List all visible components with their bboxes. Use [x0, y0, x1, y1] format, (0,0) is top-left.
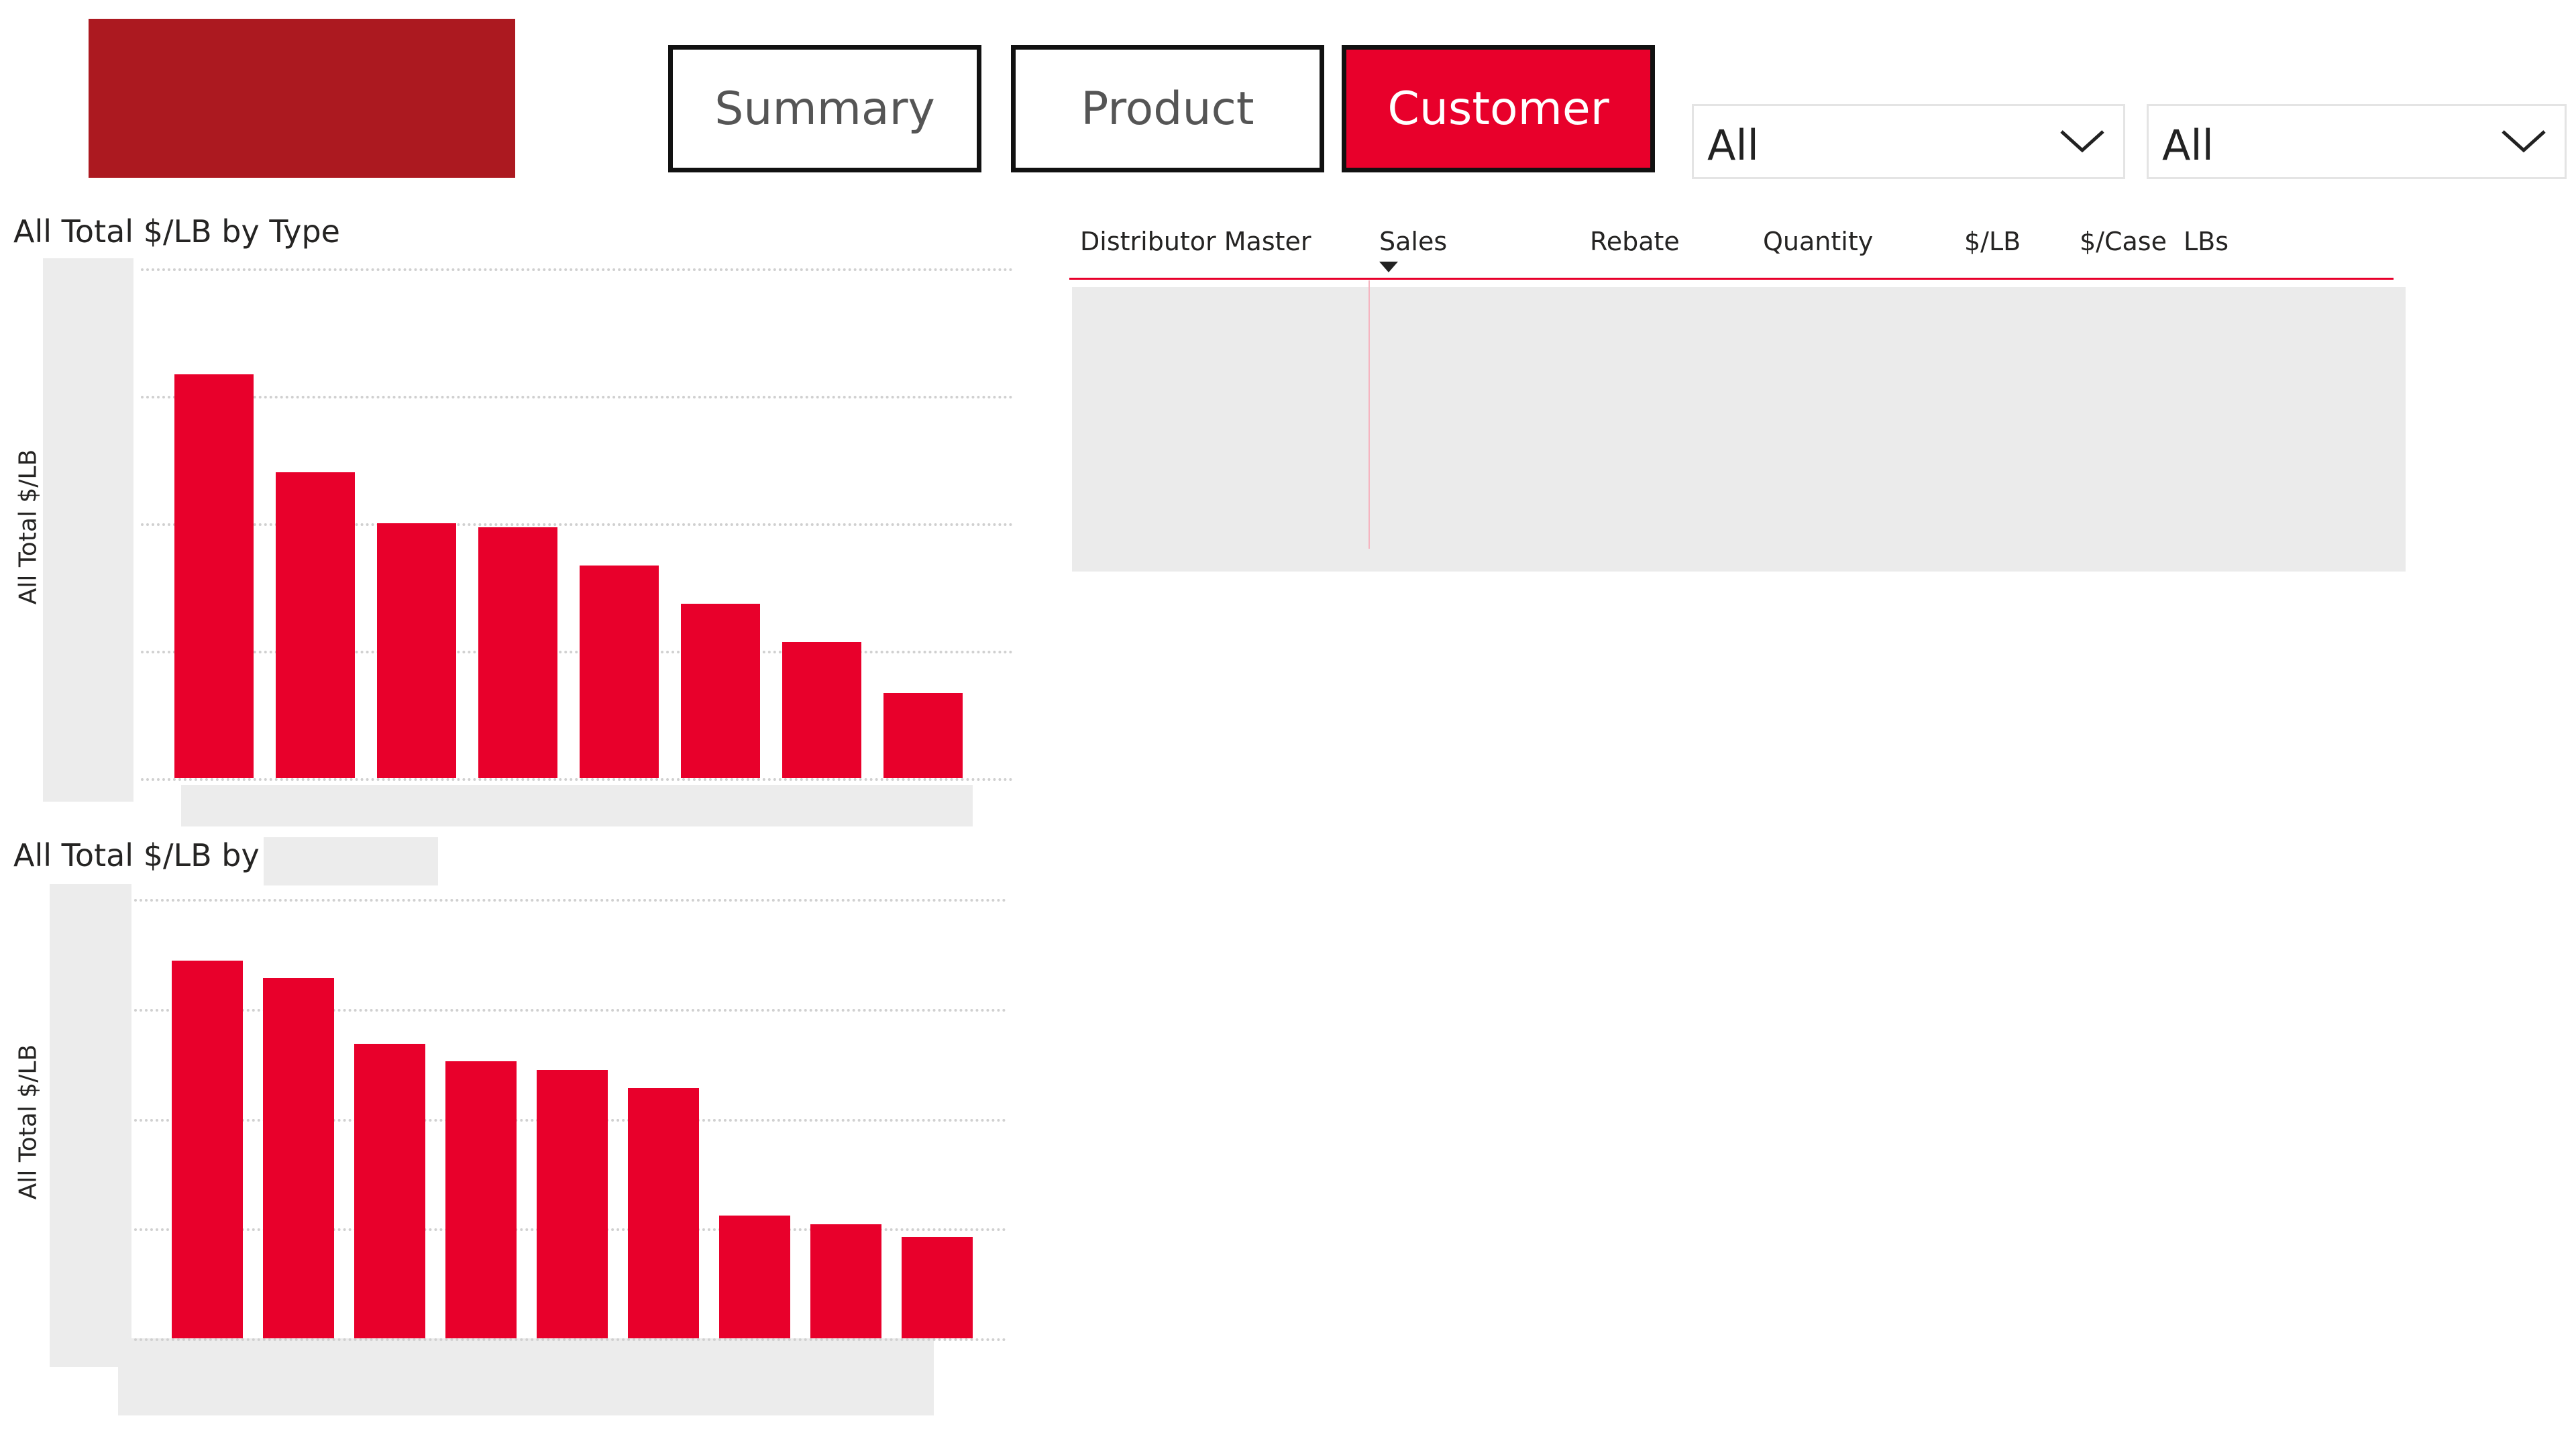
- chart-bar[interactable]: [628, 1087, 699, 1338]
- chart-gridline: [134, 899, 1006, 902]
- chart1-y-tick-labels: [43, 258, 133, 802]
- chart-bar[interactable]: [354, 1044, 425, 1338]
- column-header-quantity[interactable]: Quantity: [1763, 227, 1873, 256]
- column-header-lbs[interactable]: LBs: [2184, 227, 2229, 256]
- chart2-y-tick-labels: [50, 884, 131, 1367]
- chart2-x-tick-labels: [118, 1338, 934, 1415]
- table-header-divider: [1069, 278, 2394, 280]
- filter-dropdown-2-value: All: [2162, 121, 2214, 170]
- chart2-title-category: [264, 837, 438, 885]
- column-header-per-case[interactable]: $/Case: [2080, 227, 2167, 256]
- product-button[interactable]: Product: [1011, 45, 1324, 172]
- customer-button[interactable]: Customer: [1342, 45, 1655, 172]
- chart-bar[interactable]: [537, 1070, 608, 1338]
- chart2-y-axis-label: All Total $/LB: [14, 1044, 42, 1200]
- chart-bar[interactable]: [810, 1224, 881, 1338]
- chart-gridline: [141, 396, 1013, 398]
- chart-bar[interactable]: [263, 977, 334, 1338]
- chart-bar[interactable]: [681, 604, 760, 778]
- chart-gridline: [141, 268, 1013, 271]
- chart1-title: All Total $/LB by Type: [13, 213, 340, 250]
- chart-gridline: [141, 523, 1013, 526]
- table-body: [1072, 287, 2406, 572]
- filter-dropdown-1[interactable]: All: [1692, 104, 2125, 179]
- chart2-title: All Total $/LB by: [13, 837, 260, 873]
- chart-bar[interactable]: [580, 566, 659, 778]
- chart-bar[interactable]: [719, 1215, 790, 1338]
- table-column-divider: [1368, 280, 1370, 549]
- logo: [89, 19, 515, 178]
- chart-bar[interactable]: [883, 693, 963, 778]
- column-header-sales[interactable]: Sales: [1379, 227, 1447, 256]
- filter-dropdown-1-value: All: [1707, 121, 1759, 170]
- chart-bar[interactable]: [172, 960, 243, 1338]
- chart-gridline: [141, 778, 1013, 781]
- chart1-x-tick-labels: [181, 785, 973, 826]
- filter-dropdown-2[interactable]: All: [2147, 104, 2567, 179]
- column-header-rebate[interactable]: Rebate: [1590, 227, 1680, 256]
- chart-bar[interactable]: [174, 374, 254, 778]
- column-header-per-lb[interactable]: $/LB: [1964, 227, 2021, 256]
- chart-bar[interactable]: [276, 472, 355, 778]
- chart-bar[interactable]: [377, 523, 456, 778]
- chart-bar[interactable]: [445, 1061, 517, 1338]
- chart2-plot-area: [134, 899, 1006, 1341]
- chart-bar[interactable]: [782, 642, 861, 778]
- chart1-plot-area: [141, 268, 1013, 781]
- chart1-y-axis-label: All Total $/LB: [14, 449, 42, 605]
- column-header-distributor-master[interactable]: Distributor Master: [1080, 227, 1311, 256]
- chart-bar[interactable]: [902, 1237, 973, 1338]
- sort-desc-icon[interactable]: [1379, 262, 1398, 272]
- chart-gridline: [134, 1338, 1006, 1341]
- chevron-down-icon: [2060, 130, 2104, 153]
- chevron-down-icon: [2502, 130, 2546, 153]
- chart-gridline: [141, 651, 1013, 653]
- chart-bar[interactable]: [478, 527, 557, 778]
- summary-button[interactable]: Summary: [668, 45, 981, 172]
